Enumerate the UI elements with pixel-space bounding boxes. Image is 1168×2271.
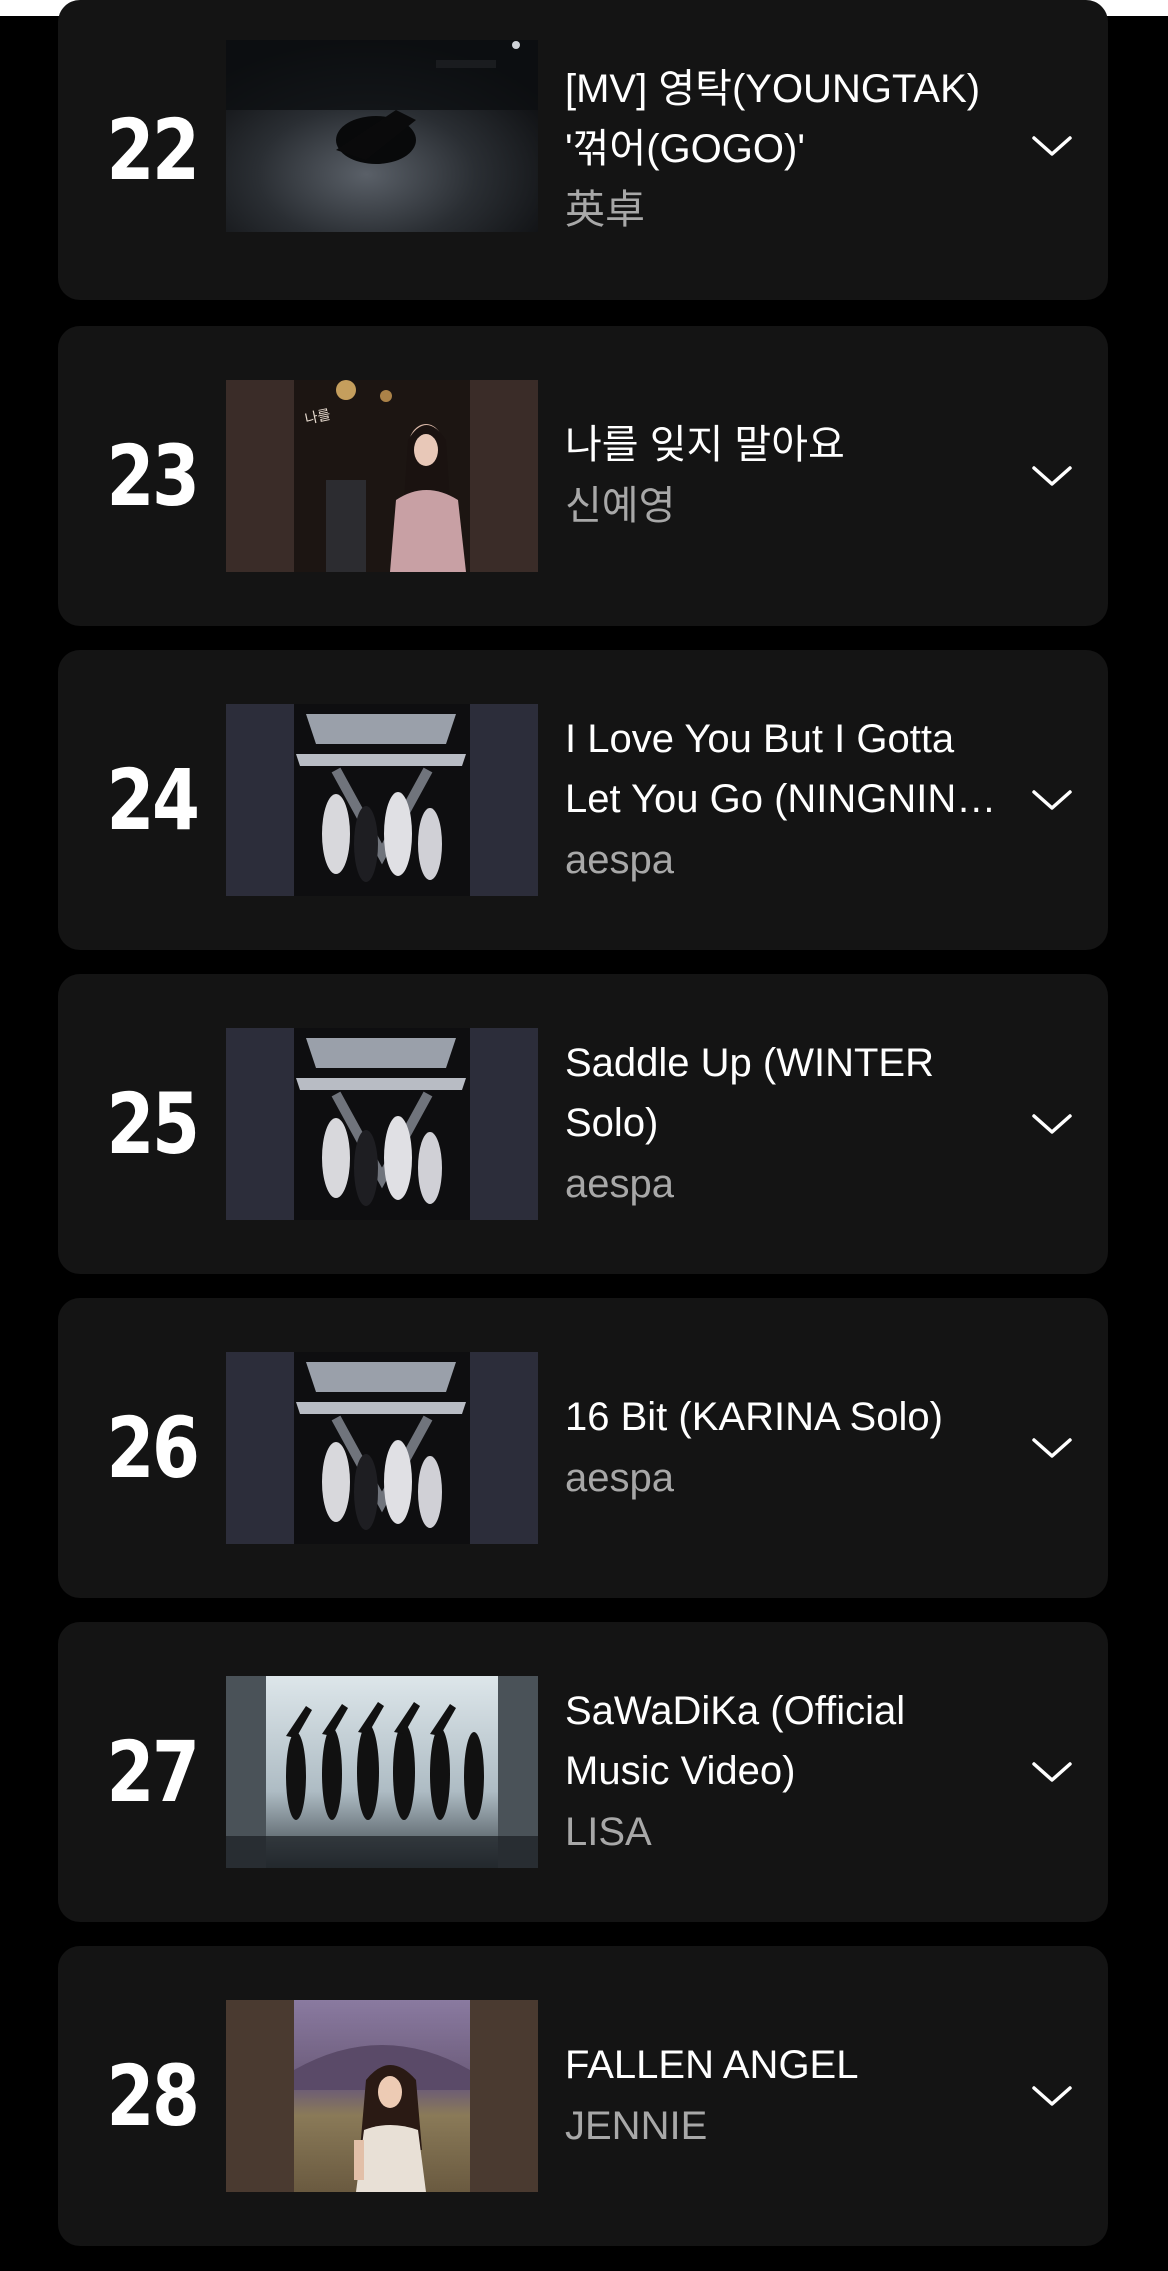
artist-name: 英卓 [565,188,645,232]
artist-name: LISA [565,1810,652,1854]
rank-number: 27 [106,1723,200,1821]
video-thumbnail[interactable] [226,1676,538,1868]
song-title: I Love You But I Gotta Let You Go (NINGN… [565,717,988,821]
song-title: FALLEN ANGEL [565,2043,859,2087]
song-title: SaWaDiKa (Official Music Video) [565,1689,906,1793]
rank-number: 22 [106,101,200,199]
chevron-down-icon[interactable] [1030,2076,1074,2116]
rank-number: 25 [106,1075,200,1173]
video-thumbnail[interactable] [226,1352,538,1544]
chart-entry-card[interactable]: 27 SaWaDiKa (Official Music Video) LISA [58,1622,1108,1922]
rank-number: 26 [106,1399,200,1497]
song-title: [MV] 영탁(YOUNGTAK) '꺾어(GOGO)' [565,67,981,171]
song-title: 16 Bit (KARINA Solo) [565,1395,943,1439]
artist-name: aespa [565,838,674,882]
chevron-down-icon[interactable] [1030,1752,1074,1792]
rank-number: 24 [106,751,200,849]
chevron-down-icon[interactable] [1030,1104,1074,1144]
chevron-down-icon[interactable] [1030,780,1074,820]
artist-name: aespa [565,1456,674,1500]
chevron-down-icon[interactable] [1030,456,1074,496]
chart-entry-card[interactable]: 25 Saddle Up (WINTER Solo) aespa [58,974,1108,1274]
chevron-down-icon[interactable] [1030,126,1074,166]
video-thumbnail[interactable] [226,1028,538,1220]
rank-number: 28 [106,2047,200,2145]
chart-entry-card[interactable]: 28 FALLEN ANGEL JENNIE [58,1946,1108,2246]
video-thumbnail[interactable] [226,704,538,896]
artist-name: JENNIE [565,2104,708,2148]
chart-entry-card[interactable]: 26 16 Bit (KARINA Solo) aespa [58,1298,1108,1598]
video-thumbnail[interactable] [226,2000,538,2192]
artist-name: 신예영 [565,484,676,528]
chevron-down-icon[interactable] [1030,1428,1074,1468]
chart-entry-card[interactable]: 24 I Love You But I Gotta Let You Go (NI… [58,650,1108,950]
rank-number: 23 [106,427,200,525]
song-title: 나를 잊지 말아요 [565,423,845,467]
artist-name: aespa [565,1162,674,1206]
chart-entry-card[interactable]: 23 나를 나를 잊지 말아요 신예영 [58,326,1108,626]
video-thumbnail[interactable]: 나를 [226,380,538,572]
video-thumbnail[interactable] [226,40,538,232]
chart-entry-card[interactable]: 22 [MV] 영탁(YOUNGTAK) '꺾어(GOGO)' 英卓 [58,0,1108,300]
song-title: Saddle Up (WINTER Solo) [565,1041,934,1145]
